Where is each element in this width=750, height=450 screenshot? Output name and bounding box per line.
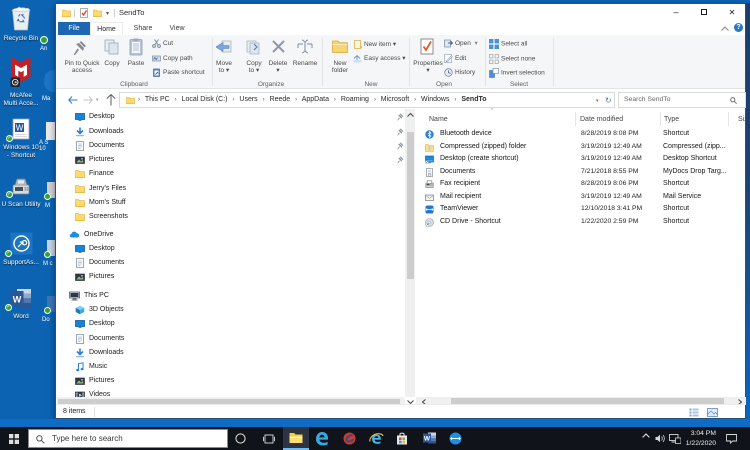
svg-text:W: W [13, 295, 22, 305]
svg-text:W: W [16, 124, 24, 133]
svg-text:W: W [424, 436, 431, 443]
